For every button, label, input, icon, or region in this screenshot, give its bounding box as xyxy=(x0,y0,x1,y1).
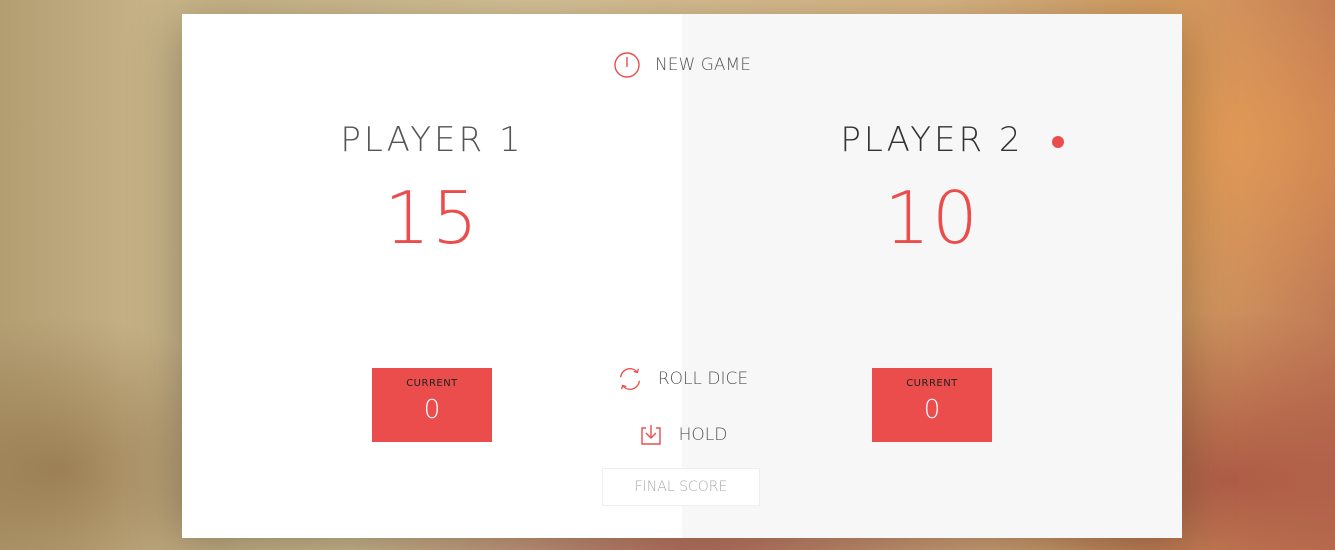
final-score-input[interactable] xyxy=(602,468,760,506)
player-2-name: PLAYER 2 xyxy=(840,120,1024,160)
new-game-label: NEW GAME xyxy=(655,55,751,75)
player-1-name: PLAYER 1 xyxy=(340,120,524,160)
player-2-name-row: PLAYER 2 xyxy=(682,120,1182,160)
player-1-score: 15 xyxy=(384,176,480,260)
player-2-name-wrap: PLAYER 2 xyxy=(840,120,1064,160)
refresh-icon xyxy=(616,365,644,393)
player-1-panel: PLAYER 1 15 CURRENT 0 xyxy=(182,14,682,538)
player-2-panel: PLAYER 2 10 CURRENT 0 xyxy=(682,14,1182,538)
hold-button[interactable]: HOLD xyxy=(182,421,1182,449)
roll-dice-button[interactable]: ROLL DICE xyxy=(182,365,1182,393)
game-board: PLAYER 1 15 CURRENT 0 PLAYER 2 10 CURREN… xyxy=(182,14,1182,538)
hold-label: HOLD xyxy=(678,425,728,445)
player-2-score: 10 xyxy=(884,176,980,260)
download-icon xyxy=(637,421,665,449)
player-1-name-row: PLAYER 1 xyxy=(182,120,682,160)
power-icon xyxy=(613,51,641,79)
new-game-button[interactable]: NEW GAME xyxy=(182,51,1182,79)
active-player-dot-icon xyxy=(1051,136,1064,148)
roll-dice-label: ROLL DICE xyxy=(657,369,749,389)
